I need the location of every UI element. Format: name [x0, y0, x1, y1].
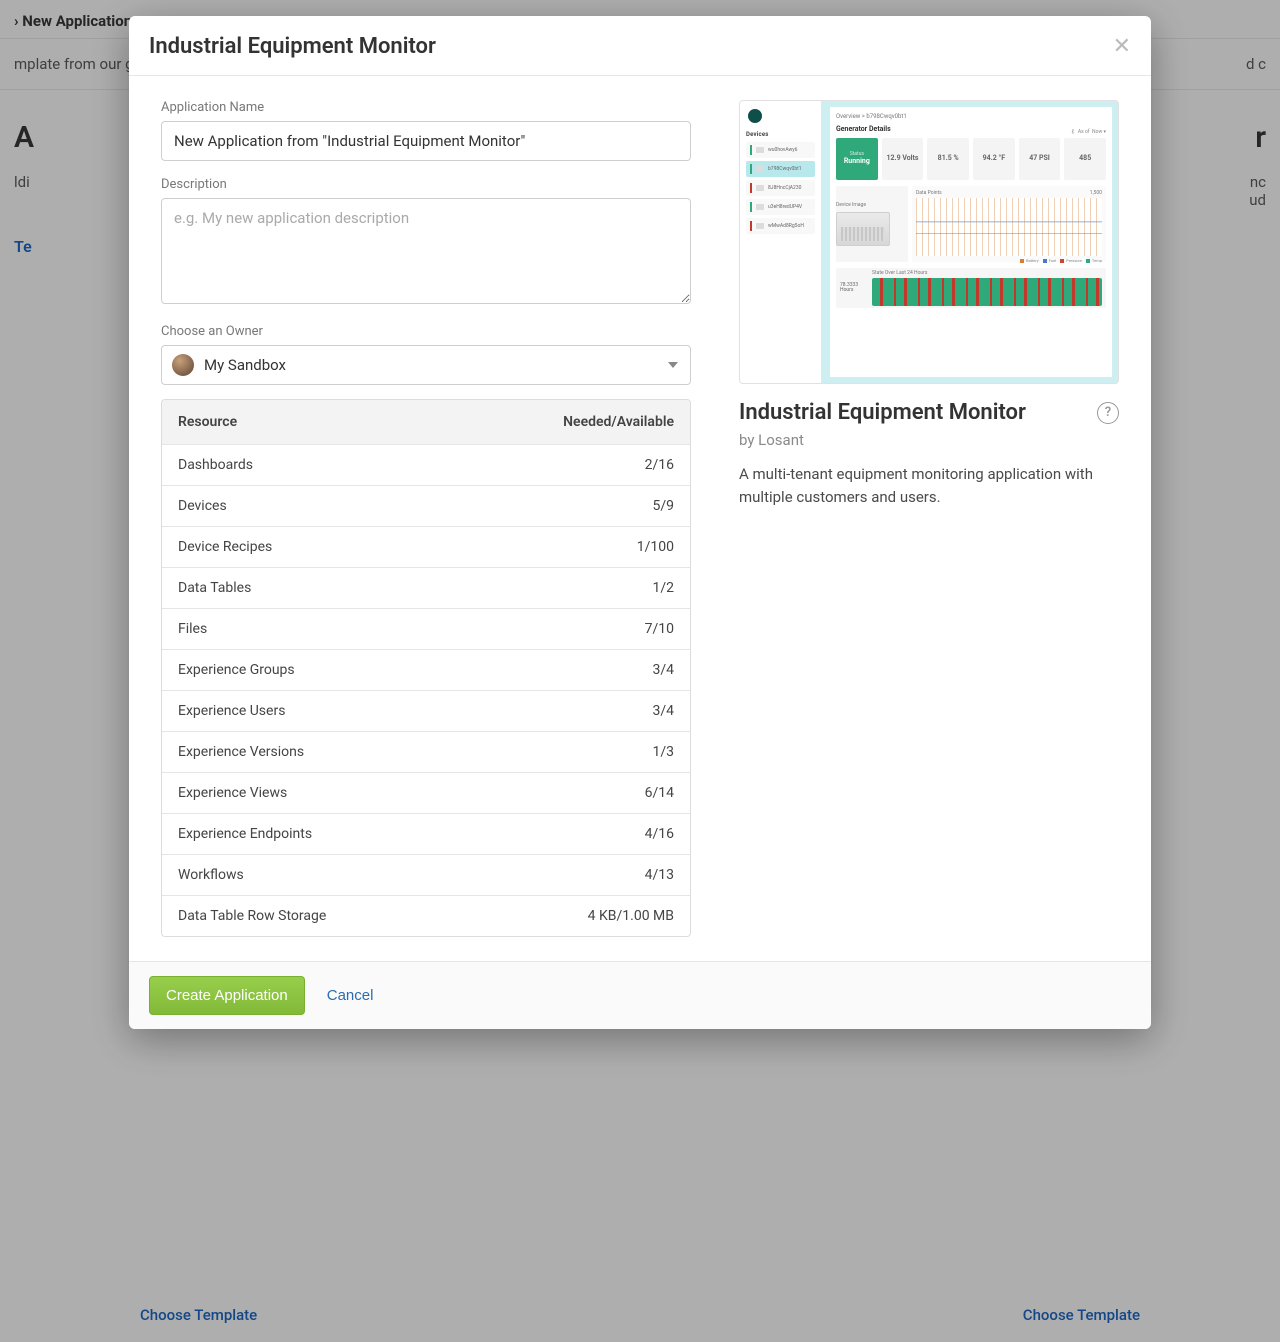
resource-name: Experience Versions — [178, 744, 652, 760]
table-row: Dashboards2/16 — [162, 444, 690, 485]
owner-select[interactable]: My Sandbox — [161, 345, 691, 385]
chevron-down-icon — [668, 362, 678, 368]
resource-name: Devices — [178, 498, 652, 514]
app-name-label: Application Name — [161, 100, 691, 115]
resource-name: Experience Endpoints — [178, 826, 645, 842]
description-textarea[interactable] — [161, 198, 691, 304]
preview-title: Generator Details — [836, 125, 891, 133]
close-icon[interactable]: ✕ — [1113, 36, 1131, 58]
preview-crumb: Overview > b798Cwqv0bt1 — [836, 113, 1106, 120]
modal-footer: Create Application Cancel — [129, 961, 1151, 1029]
table-row: Data Table Row Storage4 KB/1.00 MB — [162, 895, 690, 936]
owner-value: My Sandbox — [204, 356, 286, 374]
table-row: Experience Endpoints4/16 — [162, 813, 690, 854]
owner-label: Choose an Owner — [161, 324, 691, 339]
preview-device-image: Device Image — [836, 186, 908, 262]
create-application-button[interactable]: Create Application — [149, 976, 305, 1015]
resource-value: 4/16 — [645, 826, 674, 842]
resource-value: 4 KB/1.00 MB — [588, 908, 674, 924]
resource-value: 5/9 — [652, 498, 674, 514]
description-label: Description — [161, 177, 691, 192]
resource-name: Device Recipes — [178, 539, 637, 555]
resource-value: 4/13 — [645, 867, 674, 883]
template-byline: by Losant — [739, 431, 1119, 449]
help-icon[interactable]: ? — [1097, 402, 1119, 424]
resource-value: 3/4 — [652, 703, 674, 719]
resource-name: Experience Views — [178, 785, 645, 801]
avatar — [172, 354, 194, 376]
table-row: Files7/10 — [162, 608, 690, 649]
template-preview-image: Devices wu0hovAwy6 b798Cwqv0bt1 8J8HncCj… — [739, 100, 1119, 384]
template-description: A multi-tenant equipment monitoring appl… — [739, 463, 1119, 508]
table-row: Experience Users3/4 — [162, 690, 690, 731]
table-row: Workflows4/13 — [162, 854, 690, 895]
resource-value: 1/100 — [637, 539, 674, 555]
resource-name: Dashboards — [178, 457, 645, 473]
resource-value: 3/4 — [652, 662, 674, 678]
resource-name: Data Table Row Storage — [178, 908, 588, 924]
resource-value: 7/10 — [645, 621, 674, 637]
preview-chart: Data Points 1,500 BatteryFuelPressureTem… — [912, 186, 1106, 262]
table-row: Experience Groups3/4 — [162, 649, 690, 690]
resource-value: 1/3 — [652, 744, 674, 760]
table-row: Experience Views6/14 — [162, 772, 690, 813]
resource-name: Files — [178, 621, 645, 637]
preview-state-chart: 78.3333 Hours State Over Last 24 Hours — [836, 268, 1106, 308]
preview-sidebar-head: Devices — [746, 131, 815, 138]
resource-value: 1/2 — [652, 580, 674, 596]
resource-table: Resource Needed/Available Dashboards2/16… — [161, 399, 691, 937]
modal-title: Industrial Equipment Monitor — [149, 34, 436, 59]
table-row: Data Tables1/2 — [162, 567, 690, 608]
resource-value: 6/14 — [645, 785, 674, 801]
table-row: Device Recipes1/100 — [162, 526, 690, 567]
th-resource: Resource — [178, 414, 563, 430]
template-name: Industrial Equipment Monitor — [739, 400, 1026, 425]
template-modal: Industrial Equipment Monitor ✕ Applicati… — [129, 16, 1151, 1029]
preview-status-card: Status Running — [836, 138, 878, 180]
app-name-input[interactable] — [161, 121, 691, 161]
modal-backdrop[interactable]: Industrial Equipment Monitor ✕ Applicati… — [0, 0, 1280, 1342]
table-row: Devices5/9 — [162, 485, 690, 526]
resource-name: Experience Users — [178, 703, 652, 719]
resource-name: Data Tables — [178, 580, 652, 596]
th-needed: Needed/Available — [563, 414, 674, 430]
resource-name: Experience Groups — [178, 662, 652, 678]
resource-value: 2/16 — [645, 457, 674, 473]
modal-header: Industrial Equipment Monitor ✕ — [129, 16, 1151, 76]
resource-name: Workflows — [178, 867, 645, 883]
cancel-button[interactable]: Cancel — [327, 987, 374, 1004]
table-row: Experience Versions1/3 — [162, 731, 690, 772]
